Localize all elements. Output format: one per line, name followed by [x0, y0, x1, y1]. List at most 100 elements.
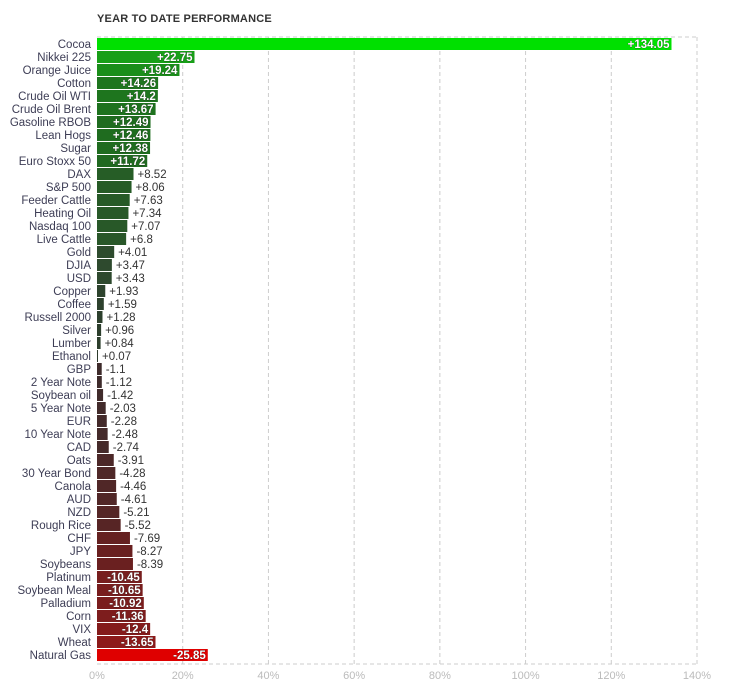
category-label: DAX [67, 169, 91, 181]
category-label: CAD [67, 442, 91, 454]
data-label: -2.48 [112, 429, 138, 441]
category-label: Corn [66, 611, 91, 623]
category-label: Crude Oil Brent [12, 104, 92, 116]
data-label: -25.85 [173, 650, 206, 662]
category-label: EUR [67, 416, 91, 428]
category-label: Orange Juice [23, 65, 91, 77]
bar [97, 220, 128, 232]
category-label: Russell 2000 [25, 312, 91, 324]
bar [97, 285, 106, 297]
category-label: Nikkei 225 [37, 52, 91, 64]
bar [97, 519, 121, 531]
data-label: +134.05 [628, 39, 670, 51]
category-label: VIX [72, 624, 91, 636]
data-label: -13.65 [121, 637, 154, 649]
bar [97, 324, 102, 336]
data-label: +14.2 [127, 91, 156, 103]
bar [97, 181, 132, 193]
data-label: -2.03 [110, 403, 136, 415]
data-label: +12.49 [113, 117, 149, 129]
category-label: Copper [53, 286, 91, 298]
bar [97, 454, 114, 466]
bar [97, 311, 103, 323]
data-label: +11.72 [110, 156, 145, 168]
category-label: Natural Gas [30, 650, 92, 662]
bar [97, 545, 133, 557]
bar [97, 298, 104, 310]
data-label: +19.24 [142, 65, 178, 77]
bar [97, 259, 112, 271]
data-label: +12.46 [113, 130, 149, 142]
bar-chart: 0% 20% 40% 60% 80% 100% 120% 140% Cocoa +134.05 Ni… [10, 36, 711, 682]
category-label: Coffee [57, 299, 91, 311]
bar [97, 389, 104, 401]
category-label: DJIA [66, 260, 91, 272]
category-label: 5 Year Note [31, 403, 91, 415]
data-label: -2.74 [113, 442, 140, 454]
bar [97, 558, 133, 570]
bar [97, 506, 120, 518]
data-label: -2.28 [111, 416, 137, 428]
category-label: 2 Year Note [31, 377, 91, 389]
data-label: -7.69 [134, 533, 160, 545]
category-label: Euro Stoxx 50 [19, 156, 91, 168]
data-label: -1.12 [106, 377, 132, 389]
category-label: Soybean Meal [17, 585, 91, 597]
bar [97, 493, 117, 505]
data-label: +4.01 [118, 247, 147, 259]
category-label: Live Cattle [37, 234, 91, 246]
category-label: Gasoline RBOB [10, 117, 92, 129]
category-label: Soybean oil [31, 390, 91, 402]
category-label: Crude Oil WTI [18, 91, 91, 103]
category-label: Silver [62, 325, 91, 337]
data-label: +0.96 [105, 325, 134, 337]
category-label: AUD [67, 494, 91, 506]
data-label: -5.21 [123, 507, 149, 519]
data-label: +7.63 [134, 195, 163, 207]
category-label: JPY [70, 546, 91, 558]
bar [97, 337, 101, 349]
category-label: Lumber [52, 338, 91, 350]
bar [97, 415, 107, 427]
bar [97, 350, 98, 362]
category-label: Platinum [46, 572, 91, 584]
category-label: 10 Year Note [24, 429, 91, 441]
bar [97, 376, 102, 388]
category-label: Ethanol [52, 351, 91, 363]
bar [97, 272, 112, 284]
x-tick-label: 140% [683, 670, 711, 682]
category-label: Feeder Cattle [21, 195, 91, 207]
category-label: Soybeans [40, 559, 91, 571]
bar [97, 480, 117, 492]
bar [97, 207, 129, 219]
data-label: +7.07 [131, 221, 160, 233]
data-label: +7.34 [132, 208, 162, 220]
data-label: +12.38 [113, 143, 149, 155]
category-label: Cocoa [58, 39, 92, 51]
category-label: CHF [67, 533, 91, 545]
category-label: USD [67, 273, 91, 285]
bar [97, 194, 130, 206]
data-label: -4.61 [121, 494, 147, 506]
category-label: Cotton [57, 78, 91, 90]
category-label: NZD [67, 507, 91, 519]
data-label: +14.26 [121, 78, 157, 90]
x-tick-label: 100% [512, 670, 540, 682]
x-tick-label: 80% [429, 670, 451, 682]
bar [97, 467, 116, 479]
category-label: Sugar [60, 143, 91, 155]
category-label: Nasdaq 100 [29, 221, 91, 233]
bar [97, 441, 109, 453]
category-label: S&P 500 [46, 182, 91, 194]
data-label: +1.59 [108, 299, 137, 311]
data-label: -3.91 [118, 455, 144, 467]
data-label: -8.27 [136, 546, 162, 558]
data-label: +1.93 [109, 286, 138, 298]
category-label: GBP [67, 364, 92, 376]
data-label: -1.42 [107, 390, 133, 402]
data-label: +3.43 [116, 273, 145, 285]
x-tick-label: 60% [343, 670, 365, 682]
data-label: +8.06 [136, 182, 165, 194]
x-tick-label: 120% [597, 670, 625, 682]
bar [97, 363, 102, 375]
